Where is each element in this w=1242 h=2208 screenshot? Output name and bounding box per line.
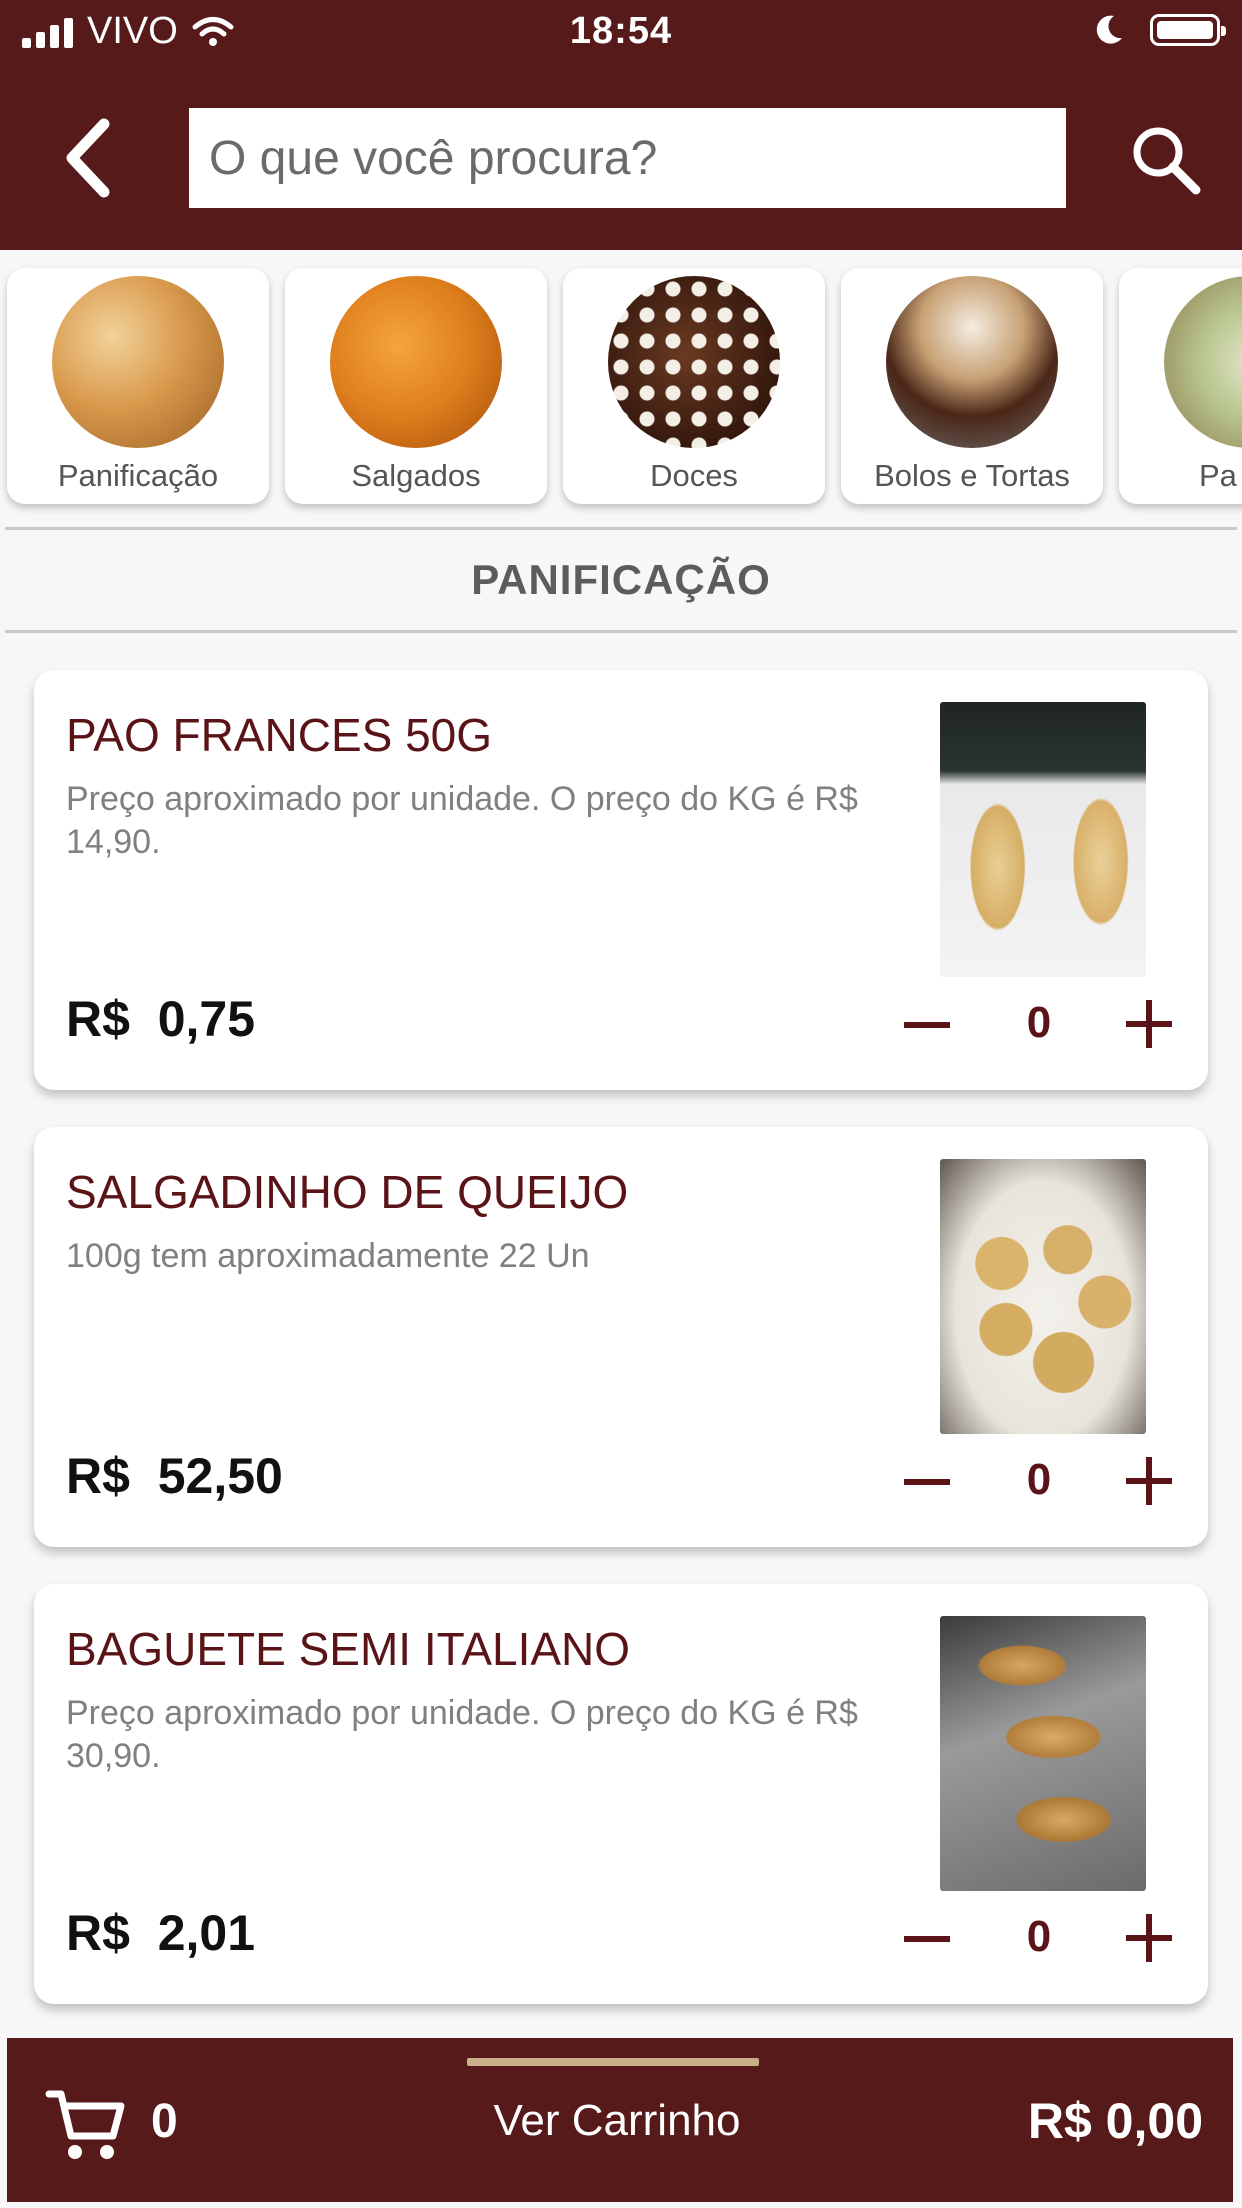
category-label: Salgados <box>351 458 481 493</box>
view-cart-button[interactable]: Ver Carrinho <box>407 2096 827 2146</box>
product-card[interactable]: SALGADINHO DE QUEIJO 100g tem aproximada… <box>34 1127 1208 1547</box>
category-panificacao[interactable]: Panificação <box>7 268 269 504</box>
bolos-tortas-image <box>886 276 1058 448</box>
partial-category-image <box>1164 276 1242 448</box>
status-bar: VIVO 18:54 <box>0 0 1242 70</box>
product-image <box>940 1159 1146 1434</box>
product-description: 100g tem aproximadamente 22 Un <box>66 1237 590 1275</box>
section-title: PANIFICAÇÃO <box>5 527 1237 633</box>
category-label: Panificação <box>57 458 219 493</box>
increase-quantity-button[interactable] <box>1126 1457 1172 1505</box>
search-input[interactable] <box>189 108 1066 208</box>
decrease-quantity-button[interactable] <box>904 1022 950 1028</box>
product-description: Preço aproximado por unidade. O preço do… <box>66 780 858 861</box>
quantity-value: 0 <box>1026 1455 1052 1504</box>
chevron-left-icon <box>66 118 110 198</box>
product-card[interactable]: BAGUETE SEMI ITALIANO Preço aproximado p… <box>34 1584 1208 2004</box>
category-salgados[interactable]: Salgados <box>285 268 547 504</box>
product-price: R$ 2,01 <box>66 1905 256 1961</box>
back-button[interactable] <box>58 118 128 198</box>
quantity-value: 0 <box>1026 1912 1052 1961</box>
category-label: Bolos e Tortas <box>874 458 1070 493</box>
product-name: PAO FRANCES 50G <box>66 709 493 761</box>
cart-bar[interactable]: 0 Ver Carrinho R$ 0,00 <box>7 2038 1233 2202</box>
category-partial[interactable]: Pa <box>1119 268 1242 504</box>
battery-icon <box>1150 14 1226 46</box>
quantity-value: 0 <box>1026 998 1052 1047</box>
panificacao-image <box>52 276 224 448</box>
product-description: Preço aproximado por unidade. O preço do… <box>66 1694 858 1775</box>
moon-icon <box>1096 15 1122 44</box>
cart-count: 0 <box>151 2095 178 2148</box>
category-doces[interactable]: Doces <box>563 268 825 504</box>
clock: 18:54 <box>569 10 673 52</box>
cart-total: R$ 0,00 <box>1027 2093 1203 2149</box>
app-header: VIVO 18:54 <box>0 0 1242 250</box>
cart-icon[interactable] <box>45 2086 127 2166</box>
doces-image <box>608 276 780 448</box>
product-name: SALGADINHO DE QUEIJO <box>66 1166 629 1218</box>
search-icon <box>1133 127 1201 195</box>
product-price: R$ 0,75 <box>66 991 256 1047</box>
product-image <box>940 702 1146 977</box>
decrease-quantity-button[interactable] <box>904 1936 950 1942</box>
drag-handle[interactable] <box>467 2058 759 2066</box>
increase-quantity-button[interactable] <box>1126 1000 1172 1048</box>
decrease-quantity-button[interactable] <box>904 1479 950 1485</box>
search-button[interactable] <box>1126 120 1206 200</box>
salgados-image <box>330 276 502 448</box>
product-card[interactable]: PAO FRANCES 50G Preço aproximado por uni… <box>34 670 1208 1090</box>
category-label: Doces <box>650 458 738 493</box>
category-carousel: Panificação Salgados Doces Bolos e Torta… <box>0 250 1242 520</box>
category-label: Pa <box>1199 458 1237 493</box>
product-price: R$ 52,50 <box>66 1448 283 1504</box>
increase-quantity-button[interactable] <box>1126 1914 1172 1962</box>
product-name: BAGUETE SEMI ITALIANO <box>66 1623 631 1675</box>
category-bolos-tortas[interactable]: Bolos e Tortas <box>841 268 1103 504</box>
product-image <box>940 1616 1146 1891</box>
